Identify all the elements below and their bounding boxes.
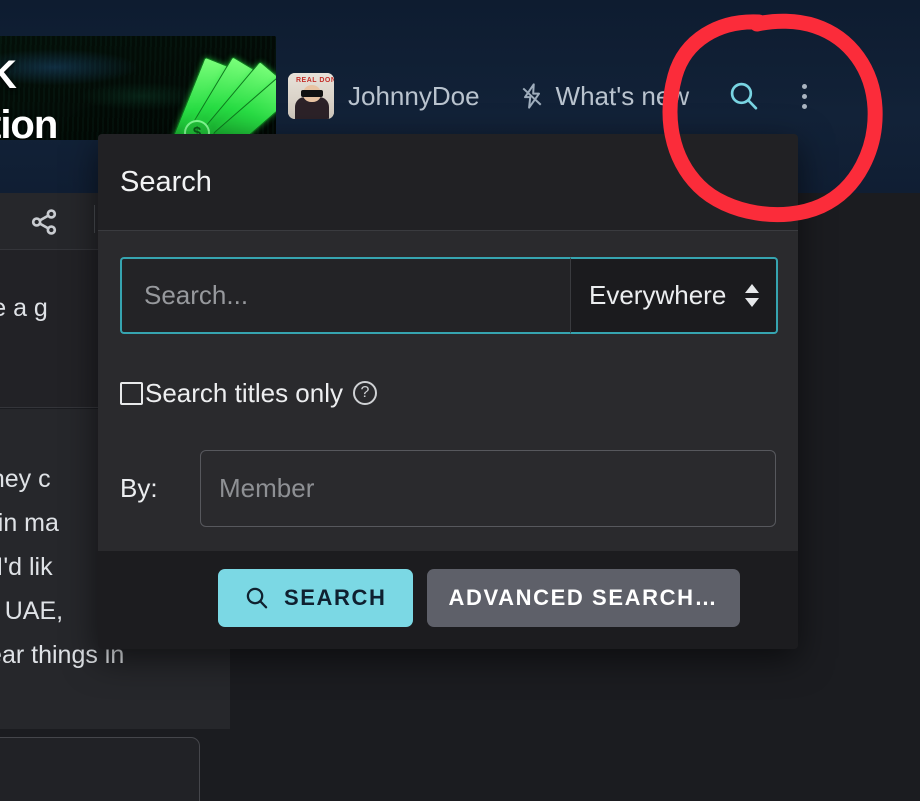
nav-overflow-menu-button[interactable] <box>791 77 817 115</box>
avatar-headline-text: REAL DONA <box>296 77 334 84</box>
avatar[interactable]: REAL DONA <box>288 73 334 119</box>
search-submit-button[interactable]: SEARCH <box>218 569 413 627</box>
search-overlay-panel: Search Everywhere Search titles only ? <box>98 134 798 649</box>
nav-username[interactable]: JohnnyDoe <box>348 81 480 112</box>
toolbar-divider <box>94 205 95 233</box>
banner-ad-line2: tion <box>0 103 58 140</box>
search-scope-select[interactable]: Everywhere <box>570 257 778 334</box>
post-card-bottom <box>0 737 200 801</box>
nav-whats-new-label: What's new <box>555 80 690 111</box>
kebab-menu-icon <box>801 93 807 99</box>
chevron-updown-icon <box>744 284 760 307</box>
search-query-row: Everywhere <box>120 257 778 334</box>
search-titles-only-checkbox[interactable] <box>120 381 143 405</box>
help-question-icon[interactable]: ? <box>352 381 377 405</box>
search-titles-only-label[interactable]: Search titles only <box>145 378 343 409</box>
banner-ad-image[interactable]: K tion <box>0 36 276 140</box>
sunglasses-icon <box>301 90 323 97</box>
screenshot-root: K tion REAL DONA JohnnyDoe <box>0 0 920 801</box>
search-scope-label: Everywhere <box>589 280 727 310</box>
search-input[interactable] <box>120 257 570 334</box>
kebab-menu-icon <box>801 83 807 89</box>
search-panel-header: Search <box>98 134 798 231</box>
nav-search-button[interactable] <box>725 77 763 115</box>
advanced-search-label: ADVANCED SEARCH… <box>448 585 719 610</box>
advanced-search-button[interactable]: ADVANCED SEARCH… <box>426 569 741 627</box>
banner-ad-line1: K <box>0 53 17 97</box>
post-text-group: are a g <box>0 286 48 330</box>
search-panel-title: Search <box>120 165 212 198</box>
search-by-row: By: <box>120 450 776 527</box>
post-line: are a g <box>0 294 48 322</box>
search-titles-only-row: Search titles only ? <box>120 376 776 410</box>
kebab-menu-icon <box>801 103 807 109</box>
search-by-member-input[interactable] <box>200 450 776 527</box>
nav-right-cluster: REAL DONA JohnnyDoe What's new <box>288 62 817 130</box>
banner-ad-text: K tion <box>0 50 58 140</box>
share-icon[interactable] <box>28 206 60 238</box>
search-by-label: By: <box>120 473 158 503</box>
search-panel-body: Everywhere Search titles only ? By: <box>98 231 798 551</box>
search-icon <box>246 587 268 609</box>
search-panel-footer: SEARCH ADVANCED SEARCH… <box>98 551 798 649</box>
nav-item-whats-new[interactable]: What's new <box>518 80 690 112</box>
search-submit-label: SEARCH <box>284 585 387 610</box>
lightning-bolt-icon <box>522 83 541 109</box>
search-icon <box>730 82 758 110</box>
